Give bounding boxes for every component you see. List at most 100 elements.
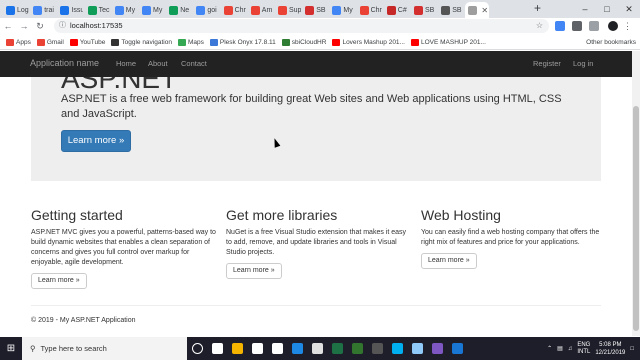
scrollbar-thumb[interactable] bbox=[633, 106, 639, 331]
tab-label: Chr bbox=[234, 6, 246, 14]
column-text: ASP.NET MVC gives you a powerful, patter… bbox=[31, 229, 216, 266]
other-bookmarks[interactable]: Other bookmarks bbox=[586, 35, 636, 50]
bookmark-item[interactable]: Toggle navigation bbox=[111, 38, 172, 46]
cortana-icon[interactable] bbox=[187, 337, 207, 360]
tab-label: SB bbox=[452, 6, 462, 14]
edge-icon[interactable] bbox=[287, 337, 307, 360]
forward-icon[interactable]: → bbox=[16, 21, 32, 31]
browser-tab[interactable]: goi bbox=[193, 2, 219, 18]
nav-about[interactable]: About bbox=[148, 59, 168, 68]
url-text: localhost:17535 bbox=[70, 21, 123, 30]
tab-close-icon[interactable]: ✕ bbox=[481, 6, 488, 15]
back-icon[interactable]: ← bbox=[0, 21, 16, 31]
task-view-icon[interactable] bbox=[207, 337, 227, 360]
network-icon[interactable]: ▤ bbox=[557, 345, 563, 352]
tab-label: C# bbox=[397, 6, 407, 14]
browser-tab[interactable]: Log bbox=[3, 2, 29, 18]
file-explorer-icon[interactable] bbox=[227, 337, 247, 360]
browser-tab[interactable]: Ne bbox=[166, 2, 192, 18]
page-scrollbar[interactable] bbox=[632, 51, 640, 336]
info-icon[interactable]: ⓘ bbox=[59, 19, 66, 33]
bookmark-item[interactable]: Maps bbox=[177, 38, 204, 46]
bookmark-icon bbox=[111, 38, 120, 46]
nav-register[interactable]: Register bbox=[533, 59, 561, 68]
extension-icon[interactable] bbox=[589, 21, 599, 31]
column-title: Get more libraries bbox=[226, 207, 338, 223]
browser-tab[interactable]: ✕ bbox=[465, 2, 490, 18]
bookmark-star-icon[interactable]: ☆ bbox=[536, 19, 543, 33]
browser-tab[interactable]: C# bbox=[384, 2, 410, 18]
nav-login[interactable]: Log in bbox=[573, 59, 593, 68]
browser-tab[interactable]: My bbox=[329, 2, 355, 18]
maximize-icon[interactable]: □ bbox=[596, 0, 618, 18]
store-icon[interactable] bbox=[247, 337, 267, 360]
bookmark-item[interactable]: Lovers Mashup 201... bbox=[332, 38, 405, 46]
browser-tab[interactable]: Chr bbox=[357, 2, 383, 18]
learn-more-button[interactable]: Learn more » bbox=[61, 130, 131, 152]
vscode-icon[interactable] bbox=[447, 337, 467, 360]
bookmark-item[interactable]: sbiCloudHR bbox=[281, 38, 326, 46]
visual-studio-icon[interactable] bbox=[427, 337, 447, 360]
browser-tab[interactable]: My bbox=[139, 2, 165, 18]
jumbotron-lead: ASP.NET is a free web framework for buil… bbox=[61, 93, 562, 120]
tool-icon[interactable] bbox=[407, 337, 427, 360]
bookmark-icon bbox=[410, 38, 419, 46]
notification-icon[interactable]: □ bbox=[630, 346, 634, 352]
tray-chevron-icon[interactable]: ⌃ bbox=[547, 345, 552, 352]
reload-icon[interactable]: ↻ bbox=[32, 21, 48, 32]
browser-tab[interactable]: My bbox=[112, 2, 138, 18]
tab-favicon-icon bbox=[223, 5, 233, 15]
tab-favicon-icon bbox=[196, 5, 206, 15]
extension-icon[interactable] bbox=[555, 21, 565, 31]
browser-tab[interactable]: Am bbox=[248, 2, 274, 18]
browser-tab[interactable]: SB bbox=[411, 2, 437, 18]
tab-favicon-icon bbox=[278, 5, 287, 15]
menu-icon[interactable]: ⋮ bbox=[623, 21, 633, 31]
volume-icon[interactable]: ♫ bbox=[568, 346, 573, 352]
project-icon[interactable] bbox=[347, 337, 367, 360]
bookmark-icon bbox=[177, 38, 186, 46]
skype-icon[interactable] bbox=[387, 337, 407, 360]
tab-favicon-icon bbox=[441, 5, 451, 15]
close-icon[interactable]: ✕ bbox=[618, 0, 640, 18]
column-title: Getting started bbox=[31, 207, 123, 223]
minimize-icon[interactable]: – bbox=[574, 0, 596, 18]
browser-tab[interactable]: Tec bbox=[85, 2, 111, 18]
extension-icon[interactable] bbox=[572, 21, 582, 31]
bookmark-item[interactable]: YouTube bbox=[69, 38, 105, 46]
excel-icon[interactable] bbox=[327, 337, 347, 360]
tab-favicon-icon bbox=[114, 5, 124, 15]
brand-link[interactable]: Application name bbox=[30, 58, 99, 68]
bookmark-item[interactable]: Gmail bbox=[36, 38, 64, 46]
browser-tab[interactable]: Chr bbox=[221, 2, 247, 18]
mail-icon[interactable] bbox=[267, 337, 287, 360]
browser-tab[interactable]: Issu bbox=[57, 2, 83, 18]
learn-more-button[interactable]: Learn more » bbox=[421, 253, 477, 269]
nav-home[interactable]: Home bbox=[116, 59, 136, 68]
windows-start-icon[interactable]: ⊞ bbox=[0, 343, 22, 354]
tab-favicon-icon bbox=[250, 5, 260, 15]
bookmark-item[interactable]: Apps bbox=[6, 38, 31, 46]
chrome-icon[interactable] bbox=[307, 337, 327, 360]
learn-more-button[interactable]: Learn more » bbox=[226, 263, 282, 279]
column-get-more-libraries: Get more libraries NuGet is a free Visua… bbox=[226, 207, 411, 279]
language-indicator[interactable]: ENG INTL bbox=[577, 342, 590, 356]
nav-contact[interactable]: Contact bbox=[181, 59, 207, 68]
taskbar-search[interactable]: ⚲ Type here to search bbox=[22, 337, 187, 360]
learn-more-button[interactable]: Learn more » bbox=[31, 273, 87, 289]
profile-avatar[interactable] bbox=[608, 21, 618, 31]
browser-tab[interactable]: Sup bbox=[275, 2, 301, 18]
calculator-icon[interactable] bbox=[367, 337, 387, 360]
tab-favicon-icon bbox=[87, 5, 97, 15]
new-tab-button[interactable]: + bbox=[534, 1, 541, 15]
tab-label: SB bbox=[316, 6, 326, 14]
browser-tab[interactable]: SB bbox=[302, 2, 328, 18]
bookmark-item[interactable]: Plesk Onyx 17.8.11 bbox=[209, 38, 276, 46]
clock[interactable]: 5:08 PM 12/21/2019 bbox=[595, 341, 625, 357]
address-bar[interactable]: ⓘ localhost:17535 ☆ bbox=[54, 19, 549, 33]
tab-label: Sup bbox=[289, 6, 301, 14]
bookmark-item[interactable]: LOVE MASHUP 201... bbox=[410, 38, 486, 46]
browser-tab[interactable]: SB bbox=[438, 2, 464, 18]
bookmarks-bar: Apps Gmail YouTube Toggle navigation Maps Ple… bbox=[0, 35, 640, 50]
browser-tab[interactable]: trai bbox=[30, 2, 56, 18]
